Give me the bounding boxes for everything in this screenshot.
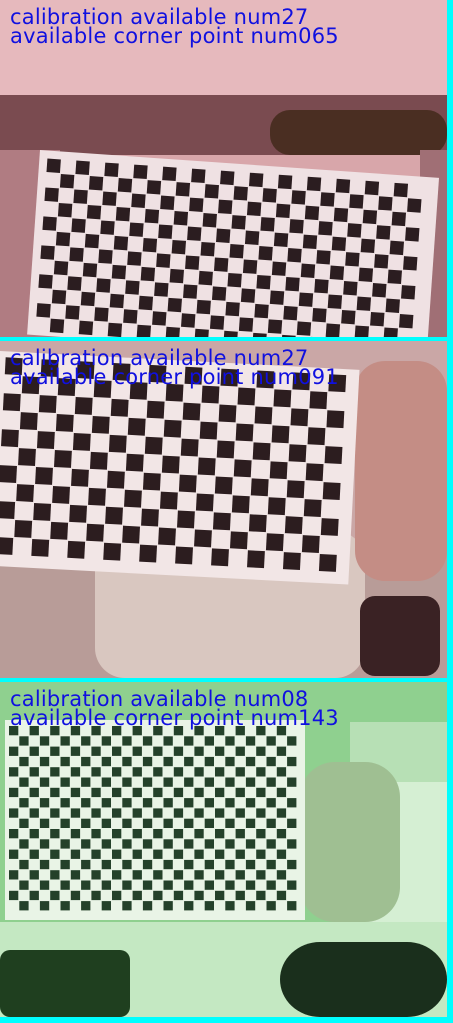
overlay-text-3: calibration available num08 available co… (10, 689, 339, 730)
checkerboard-1 (27, 150, 440, 337)
camera-frame-2 (0, 341, 447, 678)
overlay-text-1: calibration available num27 available co… (10, 7, 339, 48)
camera-view-1: calibration available num27 available co… (0, 0, 447, 337)
checkerboard-3 (5, 720, 305, 920)
separator-3 (0, 1017, 453, 1023)
calibration-preview-stack: calibration available num27 available co… (0, 0, 453, 1023)
camera-view-3: calibration available num08 available co… (0, 682, 447, 1017)
camera-view-2: calibration available num27 available co… (0, 341, 447, 678)
camera-frame-3 (0, 682, 447, 1017)
corner-count-label: available corner point num065 (10, 24, 339, 48)
camera-frame-1 (0, 0, 447, 337)
overlay-text-2: calibration available num27 available co… (10, 348, 339, 389)
corner-count-label: available corner point num143 (10, 706, 339, 730)
corner-count-label: available corner point num091 (10, 365, 339, 389)
